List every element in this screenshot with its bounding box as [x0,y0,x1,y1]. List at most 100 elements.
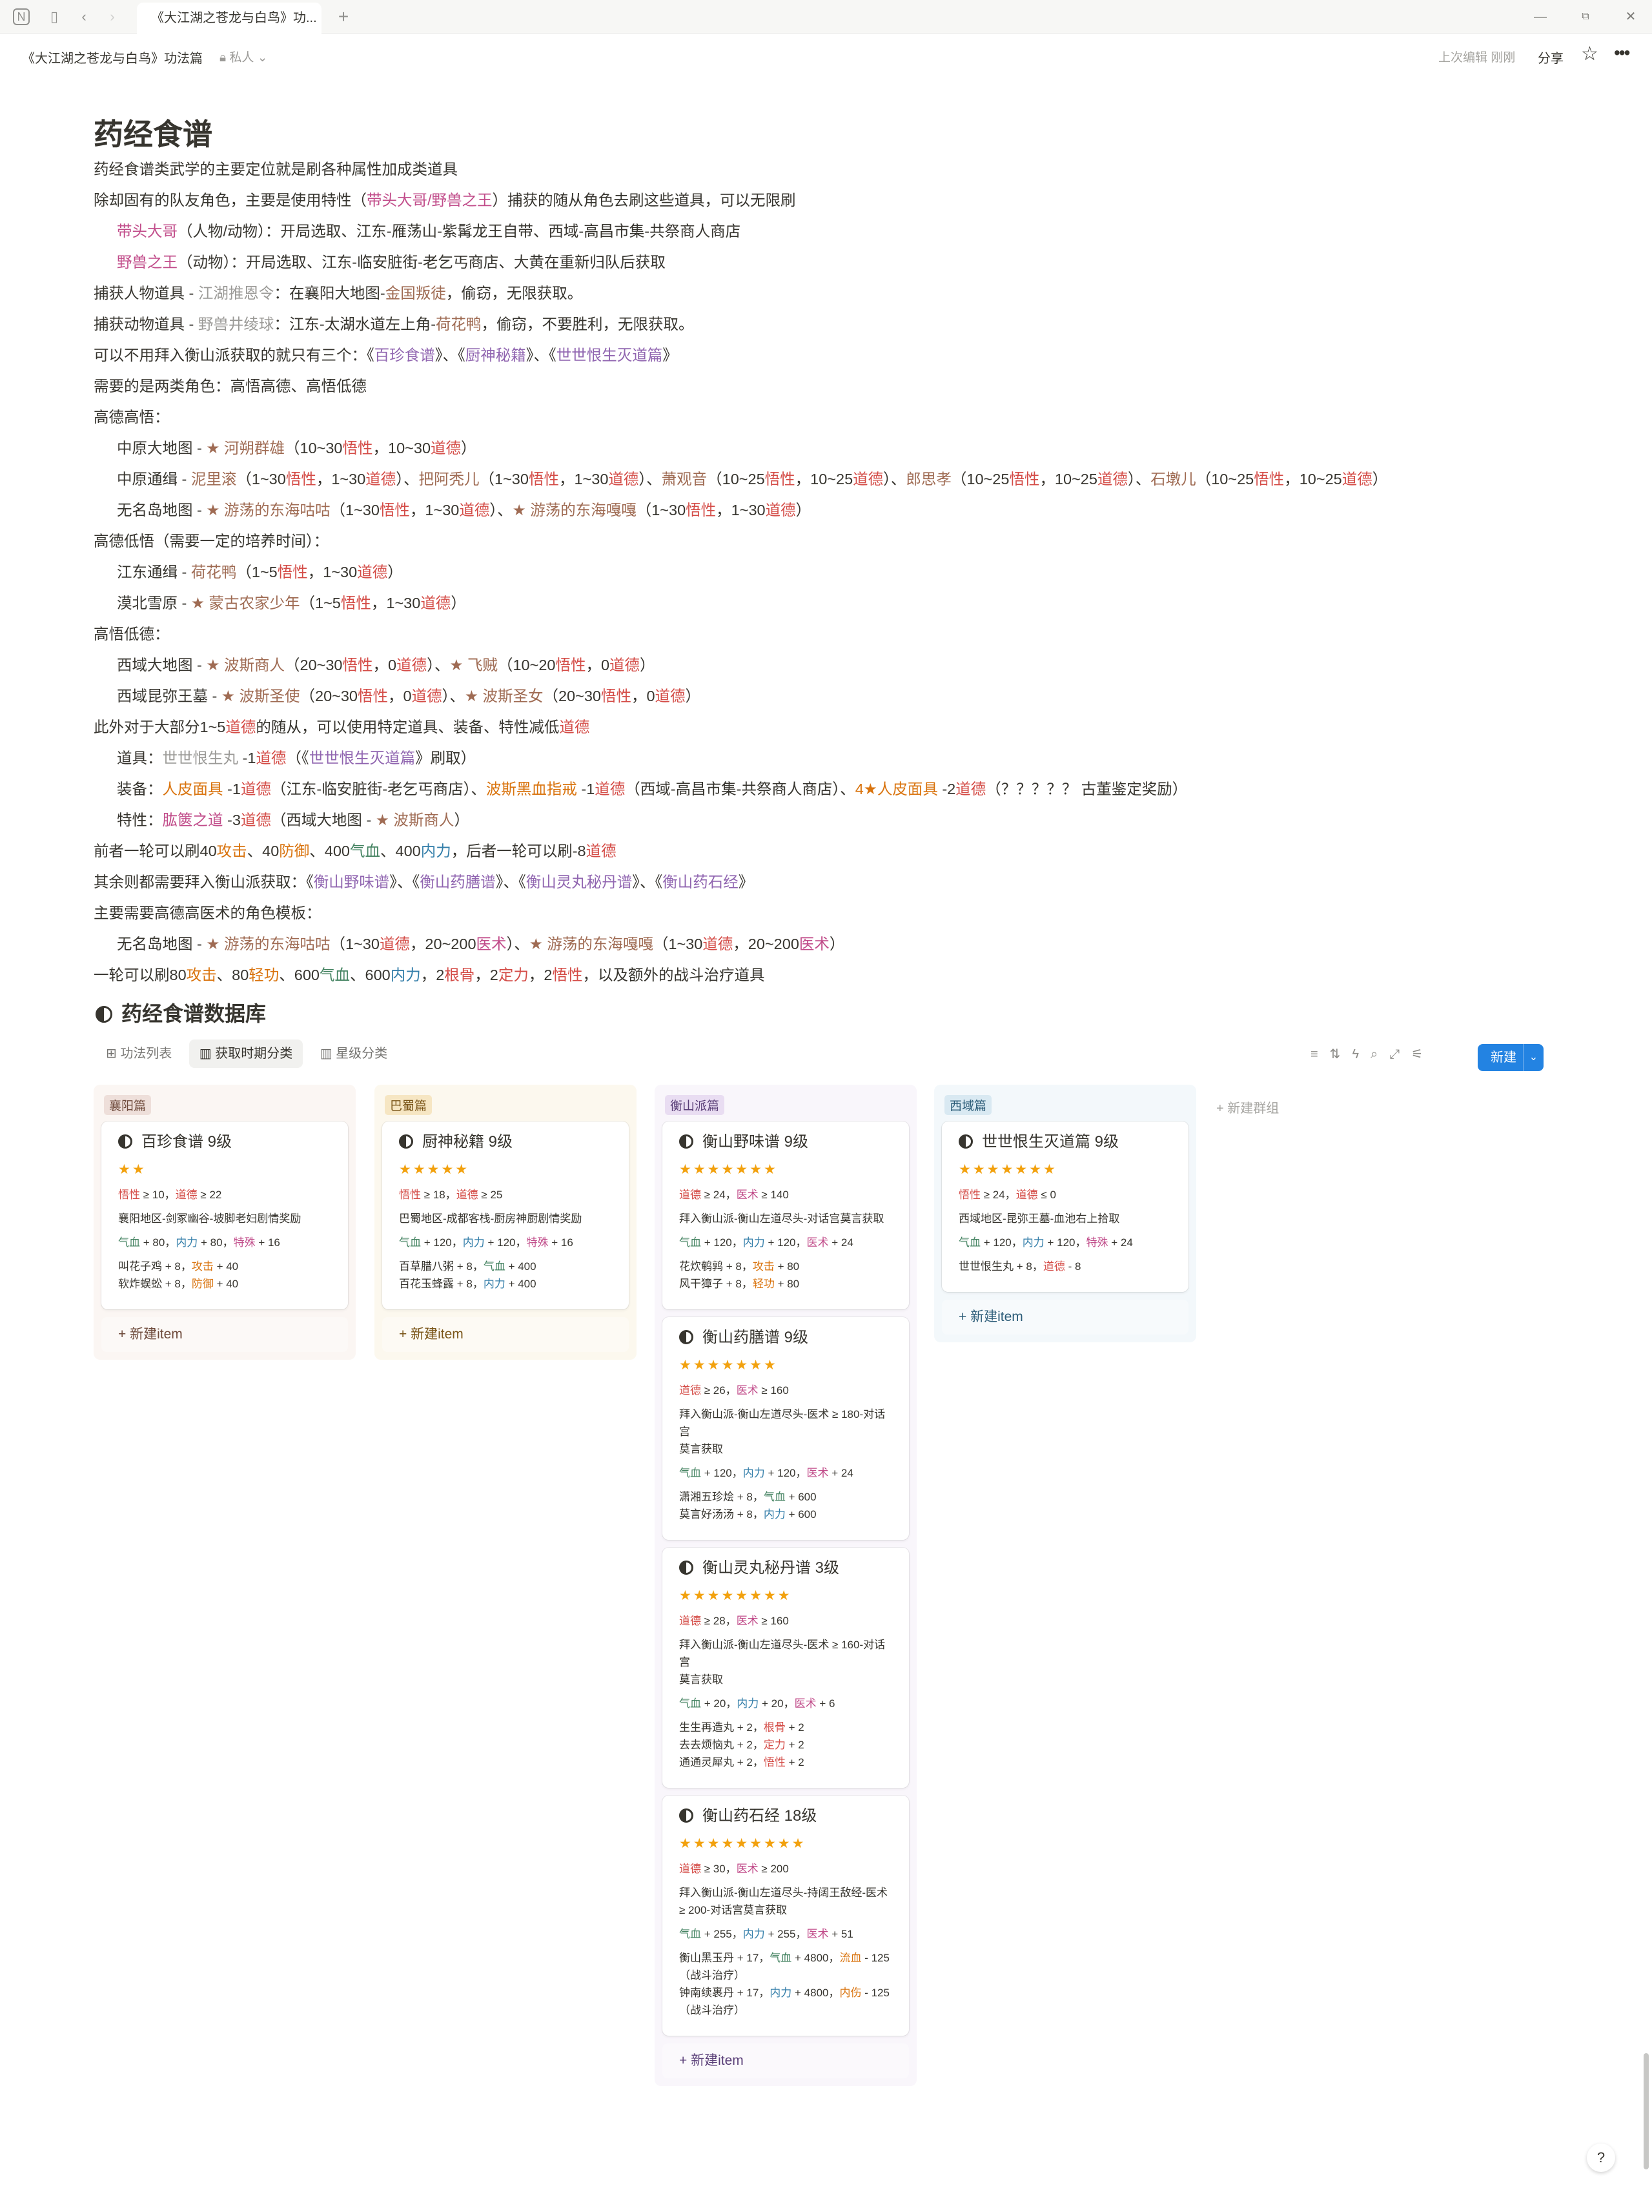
text-run: ）、 [427,657,450,673]
breadcrumb[interactable]: 《大江湖之苍龙与白鸟》功法篇 [22,48,203,67]
text-block[interactable]: 其余则都需要拜入衡山派获取：《衡山野味谱》、《衡山药膳谱》、《衡山灵丸秘丹谱》、… [94,866,1578,897]
chevron-down-icon[interactable]: ⌄ [1523,1044,1544,1071]
column-group-tag[interactable]: 巴蜀篇 [385,1095,433,1115]
scrollbar-thumb[interactable] [1644,2053,1649,2169]
board-card[interactable]: 厨神秘籍 9级 ★★★★★ 悟性 ≥ 18，道德 ≥ 25 巴蜀地区-成都客栈-厨房神… [382,1121,629,1309]
board-card[interactable]: 世世恨生灭道篇 9级 ★★★★★★★ 悟性 ≥ 24，道德 ≤ 0 西域地区-昆弥王墓… [942,1121,1188,1292]
text-block[interactable]: 无名岛地图 - ★ 游荡的东海咕咕（1~30悟性，1~30道德）、★ 游荡的东海… [94,495,1578,526]
text-block[interactable]: 江东通缉 - 荷花鸭（1~5悟性，1~30道德） [94,557,1578,588]
card-title: 百珍食谱 9级 [118,1131,334,1154]
text-run: ≥ 24， [981,1189,1016,1201]
board-card[interactable]: 衡山药石经 18级 ★★★★★★★★★ 道德 ≥ 30，医术 ≥ 200 拜入衡山派-… [662,1796,909,2036]
view-tab-board[interactable]: ▥ 获取时期分类 [189,1039,303,1068]
text-block[interactable]: 前者一轮可以刷40攻击、40防御、400气血、400内力，后者一轮可以刷-8道德 [94,835,1578,866]
highlight-text: 防御 [279,843,310,859]
text-block[interactable]: 此外对于大部分1~5道德的随从，可以使用特定道具、装备、特性减低道德 [94,712,1578,742]
view-tab-stars[interactable]: ▥ 星级分类 [310,1039,398,1068]
column-group-tag[interactable]: 襄阳篇 [104,1095,152,1115]
notion-logo-icon[interactable]: N [13,8,30,25]
star-rating: ★★ [118,1162,147,1177]
text-block[interactable]: 高德低悟（需要一定的培养时间）： [94,526,1578,557]
close-window-icon[interactable]: ✕ [1618,6,1644,27]
card-title: 衡山灵丸秘丹谱 3级 [679,1557,895,1580]
yin-yang-icon [96,1006,112,1023]
privacy-badge[interactable]: 🔒︎ 私人 ⌄ [219,48,268,65]
view-tab-list[interactable]: ⊞ 功法列表 [96,1039,182,1068]
new-record-button[interactable]: 新建 ⌄ [1478,1044,1544,1071]
text-run: ，偷窃，无限获取。 [445,285,583,302]
automation-icon[interactable]: ϟ [1352,1047,1359,1061]
text-block[interactable]: 捕获动物道具 - 野兽井绫球：江东-太湖水道左上角-荷花鸭，偷窃，不要胜利，无限… [94,309,1578,340]
text-block[interactable]: 西域大地图 - ★ 波斯商人（20~30悟性，0道德）、★ 飞贼（10~20悟性… [94,650,1578,681]
tab-current-page[interactable]: 《大江湖之苍龙与白鸟》功... [137,3,321,34]
text-block[interactable]: 主要需要高德高医术的角色模板： [94,897,1578,928]
new-item-button[interactable]: + 新建item [382,1317,629,1352]
text-block[interactable]: 需要的是两类角色：高悟高德、高悟低德 [94,371,1578,402]
text-block[interactable]: 高德高悟： [94,402,1578,433]
text-block[interactable]: 无名岛地图 - ★ 游荡的东海咕咕（1~30道德，20~200医术）、★ 游荡的… [94,928,1578,959]
text-run: + 120， [1044,1236,1086,1249]
highlight-text: 悟性 [340,595,371,611]
restore-icon[interactable]: ⧉ [1573,6,1598,27]
highlight-text: 衡山药石经 [662,874,739,890]
back-arrow-icon[interactable]: ‹ [74,6,94,27]
expand-icon[interactable]: ⤢ [1389,1047,1400,1061]
text-block[interactable]: 西域昆弥王墓 - ★ 波斯圣使（20~30悟性，0道德）、★ 波斯圣女（20~3… [94,681,1578,712]
database-title[interactable]: 药经食谱数据库 [96,998,266,1027]
card-title: 衡山药石经 18级 [679,1805,895,1828]
text-block[interactable]: 中原通缉 - 泥里滚（1~30悟性，1~30道德）、把阿秃儿（1~30悟性，1~… [94,464,1578,495]
text-block[interactable]: 野兽之王（动物）：开局选取、江东-临安脏街-老乞丐商店、大黄在重新归队后获取 [94,247,1578,278]
forward-arrow-icon[interactable]: › [102,6,123,27]
text-block[interactable]: 一轮可以刷80攻击、80轻功、600气血、600内力，2根骨，2定力，2悟性，以… [94,959,1578,990]
highlight-text: 医术 [806,1928,829,1940]
favorite-star-icon[interactable]: ☆ [1581,43,1598,65]
search-icon[interactable]: ⌕ [1371,1047,1378,1061]
text-block[interactable]: 中原大地图 - ★ 河朔群雄（10~30悟性，10~30道德） [94,433,1578,464]
highlight-text: 气血 [679,1697,701,1710]
column-group-tag[interactable]: 衡山派篇 [665,1095,725,1115]
sidebar-toggle-icon[interactable]: ▯ [44,6,65,27]
new-tab-button[interactable]: + [333,6,354,27]
text-block[interactable]: 特性：肱篋之道 -3道德（西域大地图 - ★ 波斯商人） [94,804,1578,835]
property-line: 世世恨生丸 + 8，道德 - 8 [959,1258,1174,1275]
property-line: 西域地区-昆弥王墓-血池右上拾取 [959,1210,1174,1227]
more-options-icon[interactable]: ••• [1614,43,1630,63]
text-block[interactable]: 漠北雪原 - ★ 蒙古农家少年（1~5悟性，1~30道德） [94,588,1578,619]
share-button[interactable]: 分享 [1538,48,1564,67]
text-run: + 120， [764,1236,807,1249]
minimize-icon[interactable]: — [1527,6,1553,27]
text-run: 巴蜀地区-成都客栈-厨房神厨剧情奖励 [399,1213,582,1225]
board-card[interactable]: 衡山野味谱 9级 ★★★★★★★ 道德 ≥ 24，医术 ≥ 140 拜入衡山派-衡山左… [662,1121,909,1309]
text-run: （战斗治疗） [679,1969,745,1982]
text-run: 拜入衡山派-衡山左道尽头-医术 ≥ 160-对话宫 [679,1639,886,1668]
text-block[interactable]: 带头大哥（人物/动物）：开局选取、江东-雁荡山-紫髯龙王自带、西域-高昌市集-共… [94,216,1578,247]
settings-icon[interactable]: ⚟ [1411,1047,1423,1061]
sort-icon[interactable]: ⇅ [1330,1047,1341,1061]
card-title-text: 衡山药石经 18级 [702,1807,817,1825]
new-item-button[interactable]: + 新建item [662,2043,909,2078]
card-title: 衡山野味谱 9级 [679,1131,895,1154]
board-card[interactable]: 衡山药膳谱 9级 ★★★★★★★ 道德 ≥ 26，医术 ≥ 160 拜入衡山派-衡山左… [662,1317,909,1540]
highlight-text: 肱篋之道 [162,812,223,828]
text-block[interactable]: 装备：人皮面具 -1道德（江东-临安脏街-老乞丐商店）、波斯黑血指戒 -1道德（… [94,773,1578,804]
highlight-text: 百珍食谱 [374,347,435,364]
text-block[interactable]: 捕获人物道具 - 江湖推恩令：在襄阳大地图-金国叛徒，偷窃，无限获取。 [94,278,1578,309]
text-run: + 20， [701,1697,737,1710]
text-block[interactable]: 高悟低德： [94,619,1578,650]
column-group-tag[interactable]: 西域篇 [944,1095,992,1115]
highlight-text: 道德 [679,1615,701,1627]
new-item-button[interactable]: + 新建item [942,1300,1188,1335]
text-run: 、80 [216,967,249,983]
text-block[interactable]: 道具：世世恨生丸 -1道德（《世世恨生灭道篇》刷取） [94,742,1578,773]
new-item-button[interactable]: + 新建item [101,1317,348,1352]
text-block[interactable]: 可以不用拜入衡山派获取的就只有三个：《百珍食谱》、《厨神秘籍》、《世世恨生灭道篇… [94,340,1578,371]
text-run: - 8 [1065,1260,1081,1273]
new-group-button[interactable]: + 新建群组 [1216,1098,1279,1116]
board-card[interactable]: 百珍食谱 9级 ★★ 悟性 ≥ 10，道德 ≥ 22 襄阳地区-剑冢幽谷-坡脚老妇剧情… [101,1121,348,1309]
text-block[interactable]: 药经食谱类武学的主要定位就是刷各种属性加成类道具 [94,154,1578,185]
text-run: 通通灵犀丸 + 2， [679,1756,764,1768]
help-button[interactable]: ? [1587,2144,1615,2172]
board-card[interactable]: 衡山灵丸秘丹谱 3级 ★★★★★★★★ 道德 ≥ 28，医术 ≥ 160 拜入衡山派-… [662,1548,909,1788]
filter-icon[interactable]: ≡ [1310,1047,1318,1061]
text-block[interactable]: 除却固有的队友角色，主要是使用特性（带头大哥/野兽之王）捕获的随从角色去刷这些道… [94,185,1578,216]
